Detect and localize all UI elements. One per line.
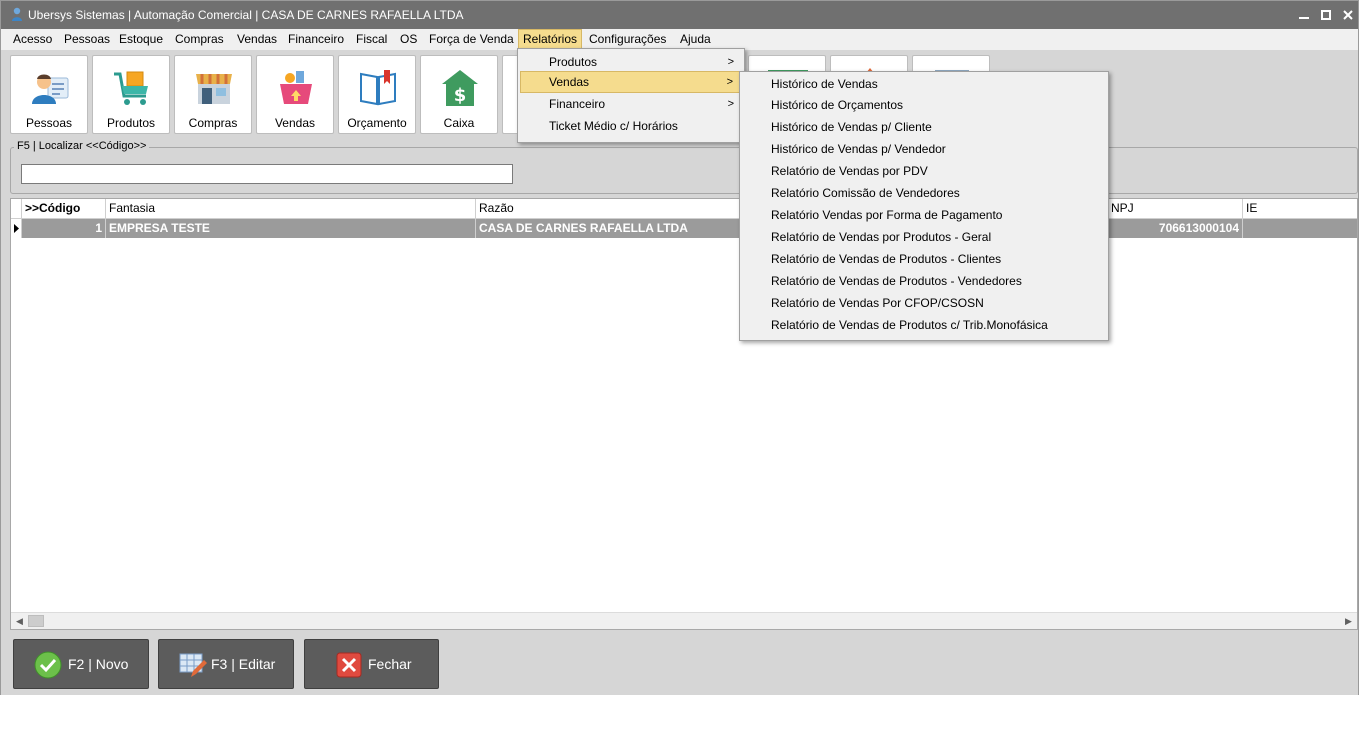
row-pointer-icon xyxy=(14,224,19,233)
row-indicator xyxy=(11,219,22,238)
menu-pessoas[interactable]: Pessoas xyxy=(60,29,114,50)
minimize-icon[interactable] xyxy=(1293,5,1315,25)
column-header-cnpj[interactable]: NPJ xyxy=(1108,199,1243,219)
submenu-item-vendas-produtos-clientes[interactable]: Relatório de Vendas de Produtos - Client… xyxy=(742,248,1001,270)
menu-estoque[interactable]: Estoque xyxy=(115,29,167,50)
money-house-icon: $ xyxy=(442,70,478,106)
checkmark-icon xyxy=(34,651,62,679)
person-card-icon xyxy=(32,74,69,104)
submenu-item-vendas-por-pdv[interactable]: Relatório de Vendas por PDV xyxy=(742,160,928,182)
cell-ie xyxy=(1243,219,1357,238)
relatorios-dropdown: Produtos > Vendas > Financeiro > Ticket … xyxy=(517,48,745,143)
submenu-item-vendas-cfop-csosn[interactable]: Relatório de Vendas Por CFOP/CSOSN xyxy=(742,292,984,314)
svg-text:$: $ xyxy=(454,85,467,106)
column-header-fantasia[interactable]: Fantasia xyxy=(106,199,476,219)
horizontal-scrollbar[interactable]: ◀ ▶ xyxy=(11,612,1357,629)
basket-icon xyxy=(280,71,312,104)
table-row[interactable]: 1 EMPRESA TESTE CASA DE CARNES RAFAELLA … xyxy=(22,219,1357,238)
maximize-icon[interactable] xyxy=(1315,5,1337,25)
submenu-item-vendas-forma-pagamento[interactable]: Relatório Vendas por Forma de Pagamento xyxy=(742,204,1002,226)
close-icon[interactable] xyxy=(1337,5,1359,25)
compras-label: Compras xyxy=(188,116,238,130)
produtos-label: Produtos xyxy=(106,116,156,130)
column-header-codigo[interactable]: >>Código xyxy=(22,199,106,219)
novo-label: F2 | Novo xyxy=(68,656,129,672)
menu-item-financeiro-label: Financeiro xyxy=(549,97,606,111)
submenu-item-vendas-produtos-geral[interactable]: Relatório de Vendas por Produtos - Geral xyxy=(742,226,991,248)
menu-relatorios[interactable]: Relatórios xyxy=(518,29,583,50)
orcamento-label: Orçamento xyxy=(347,116,407,130)
caixa-button[interactable]: $ Caixa xyxy=(420,55,498,134)
app-logo-icon xyxy=(12,7,22,21)
menu-vendas[interactable]: Vendas xyxy=(233,29,281,50)
vendas-label: Vendas xyxy=(274,116,316,130)
edit-table-icon xyxy=(179,653,207,677)
menu-forca-de-venda[interactable]: Força de Venda xyxy=(425,29,518,50)
scroll-right-icon[interactable]: ▶ xyxy=(1340,613,1357,629)
vendas-submenu: Histórico de Vendas Histórico de Orçamen… xyxy=(739,71,1109,341)
shopping-cart-icon xyxy=(114,71,148,105)
submenu-item-vendas-produtos-vendedores[interactable]: Relatório de Vendas de Produtos - Vended… xyxy=(742,270,1022,292)
menu-financeiro[interactable]: Financeiro xyxy=(284,29,348,50)
pessoas-button[interactable]: Pessoas xyxy=(10,55,88,134)
grid-header: >>Código Fantasia Razão NPJ IE xyxy=(11,199,1357,219)
scrollbar-thumb[interactable] xyxy=(28,615,44,627)
bottom-action-bar: F2 | Novo F3 | Editar Fechar xyxy=(1,633,1358,695)
menu-item-financeiro[interactable]: Financeiro > xyxy=(520,93,742,115)
chevron-right-icon: > xyxy=(726,76,733,88)
submenu-item-historico-vendas[interactable]: Histórico de Vendas xyxy=(742,73,878,95)
menu-ajuda[interactable]: Ajuda xyxy=(676,29,715,50)
orcamento-button[interactable]: Orçamento xyxy=(338,55,416,134)
chevron-right-icon: > xyxy=(727,56,734,68)
menu-compras[interactable]: Compras xyxy=(171,29,228,50)
data-grid: >>Código Fantasia Razão NPJ IE 1 EMPRESA… xyxy=(10,198,1358,630)
menu-item-produtos-label: Produtos xyxy=(549,55,598,69)
fechar-button[interactable]: Fechar xyxy=(304,639,439,689)
submenu-item-historico-vendas-vendedor[interactable]: Histórico de Vendas p/ Vendedor xyxy=(742,138,946,160)
vendas-button[interactable]: Vendas xyxy=(256,55,334,134)
chevron-right-icon: > xyxy=(727,98,734,110)
cell-fantasia: EMPRESA TESTE xyxy=(106,219,476,238)
submenu-item-comissao-vendedores[interactable]: Relatório Comissão de Vendedores xyxy=(742,182,960,204)
submenu-item-historico-vendas-cliente[interactable]: Histórico de Vendas p/ Cliente xyxy=(742,116,932,138)
header-indicator-cell xyxy=(11,199,22,219)
editar-label: F3 | Editar xyxy=(211,656,276,672)
compras-button[interactable]: Compras xyxy=(174,55,252,134)
locate-input[interactable] xyxy=(21,164,513,184)
cell-codigo: 1 xyxy=(22,219,106,238)
novo-button[interactable]: F2 | Novo xyxy=(13,639,149,689)
menu-os[interactable]: OS xyxy=(396,29,421,50)
locate-legend: F5 | Localizar <<Código>> xyxy=(14,140,150,152)
close-icon xyxy=(336,652,362,678)
pessoas-label: Pessoas xyxy=(25,116,73,130)
scroll-left-icon[interactable]: ◀ xyxy=(11,613,28,629)
title-bar: Ubersys Sistemas | Automação Comercial |… xyxy=(1,1,1358,29)
column-header-ie[interactable]: IE xyxy=(1243,199,1357,219)
menu-configuracoes[interactable]: Configurações xyxy=(585,29,670,50)
editar-button[interactable]: F3 | Editar xyxy=(158,639,294,689)
menu-acesso[interactable]: Acesso xyxy=(9,29,56,50)
submenu-item-vendas-trib-monofasica[interactable]: Relatório de Vendas de Produtos c/ Trib.… xyxy=(742,314,1048,336)
menu-item-vendas-label: Vendas xyxy=(549,75,590,89)
produtos-button[interactable]: Produtos xyxy=(92,55,170,134)
menu-item-produtos[interactable]: Produtos > xyxy=(520,51,742,73)
window-title: Ubersys Sistemas | Automação Comercial |… xyxy=(28,8,464,22)
fechar-label: Fechar xyxy=(368,656,412,672)
book-icon xyxy=(360,70,396,106)
menu-bar: Acesso Pessoas Estoque Compras Vendas Fi… xyxy=(1,29,1358,50)
submenu-item-historico-orcamentos[interactable]: Histórico de Orçamentos xyxy=(742,94,903,116)
menu-item-ticket-medio[interactable]: Ticket Médio c/ Horários xyxy=(520,115,742,137)
store-icon xyxy=(196,74,232,104)
menu-item-vendas[interactable]: Vendas > xyxy=(520,71,742,93)
cell-cnpj: 706613000104 xyxy=(1108,219,1243,238)
menu-fiscal[interactable]: Fiscal xyxy=(352,29,391,50)
caixa-label: Caixa xyxy=(443,116,475,130)
